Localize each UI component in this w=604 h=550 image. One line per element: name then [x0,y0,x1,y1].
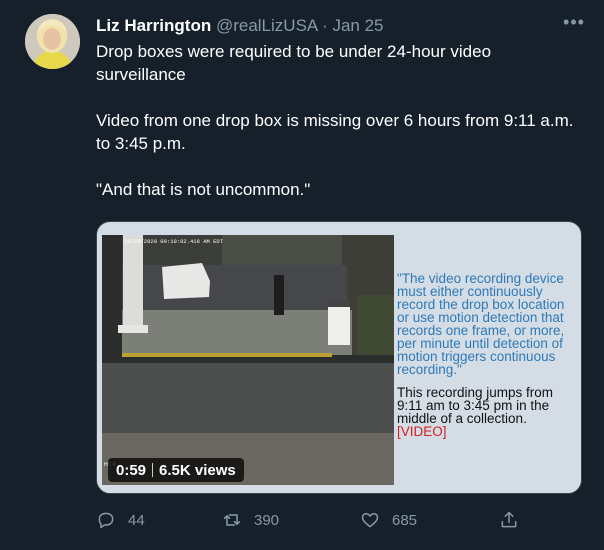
share-button[interactable] [499,510,519,530]
overlay-divider [152,463,154,477]
reply-button[interactable]: 44 [96,510,145,530]
header-separator: · [322,16,328,35]
video-thumbnail: 10/29/2020 09:10:02.418 AM EDT HC 4 [102,235,394,485]
author-name[interactable]: Liz Harrington [96,16,211,35]
video-timestamp-overlay: 10/29/2020 09:10:02.418 AM EDT [124,238,224,245]
media-card[interactable]: 10/29/2020 09:10:02.418 AM EDT HC 4 "The… [96,221,582,494]
caption-video-tag: [VIDEO] [397,424,447,439]
avatar[interactable] [25,14,80,69]
like-button[interactable]: 685 [360,510,417,530]
tweet-actions: 44 390 685 [96,510,526,536]
like-count: 685 [392,511,418,529]
tweet-text: Drop boxes were required to be under 24-… [96,40,576,201]
tweet-text-paragraph-2: Video from one drop box is missing over … [96,111,574,153]
reply-icon [98,512,114,529]
share-icon [501,511,517,528]
retweet-button[interactable]: 390 [222,510,279,530]
tweet[interactable]: Liz Harrington @realLizUSA · Jan 25 ••• … [0,0,604,550]
tweet-header: Liz Harrington @realLizUSA · Jan 25 [96,14,384,38]
retweet-icon [223,514,241,526]
tweet-date[interactable]: Jan 25 [332,16,383,35]
avatar-image [25,14,80,69]
reply-count: 44 [128,511,145,529]
video-frame[interactable]: 10/29/2020 09:10:02.418 AM EDT HC 4 [102,235,394,485]
video-views: 6.5K views [159,461,236,479]
caption-quote: "The video recording device must either … [397,271,565,377]
video-caption: "The video recording device must either … [397,271,575,439]
author-handle[interactable]: @realLizUSA [216,16,317,35]
tweet-text-paragraph-1: Drop boxes were required to be under 24-… [96,42,492,84]
video-duration: 0:59 [116,461,147,479]
tweet-text-paragraph-3: "And that is not uncommon." [96,180,311,199]
caption-jump-note: This recording jumps from 9:11 am to 3:4… [397,385,575,439]
retweet-count: 390 [254,511,280,529]
video-stats-overlay: 0:59 6.5K views [108,458,244,482]
more-options-button[interactable]: ••• [562,10,586,34]
caption-jump-text: This recording jumps from 9:11 am to 3:4… [397,385,554,426]
more-icon: ••• [563,12,585,32]
heart-icon [361,513,379,528]
